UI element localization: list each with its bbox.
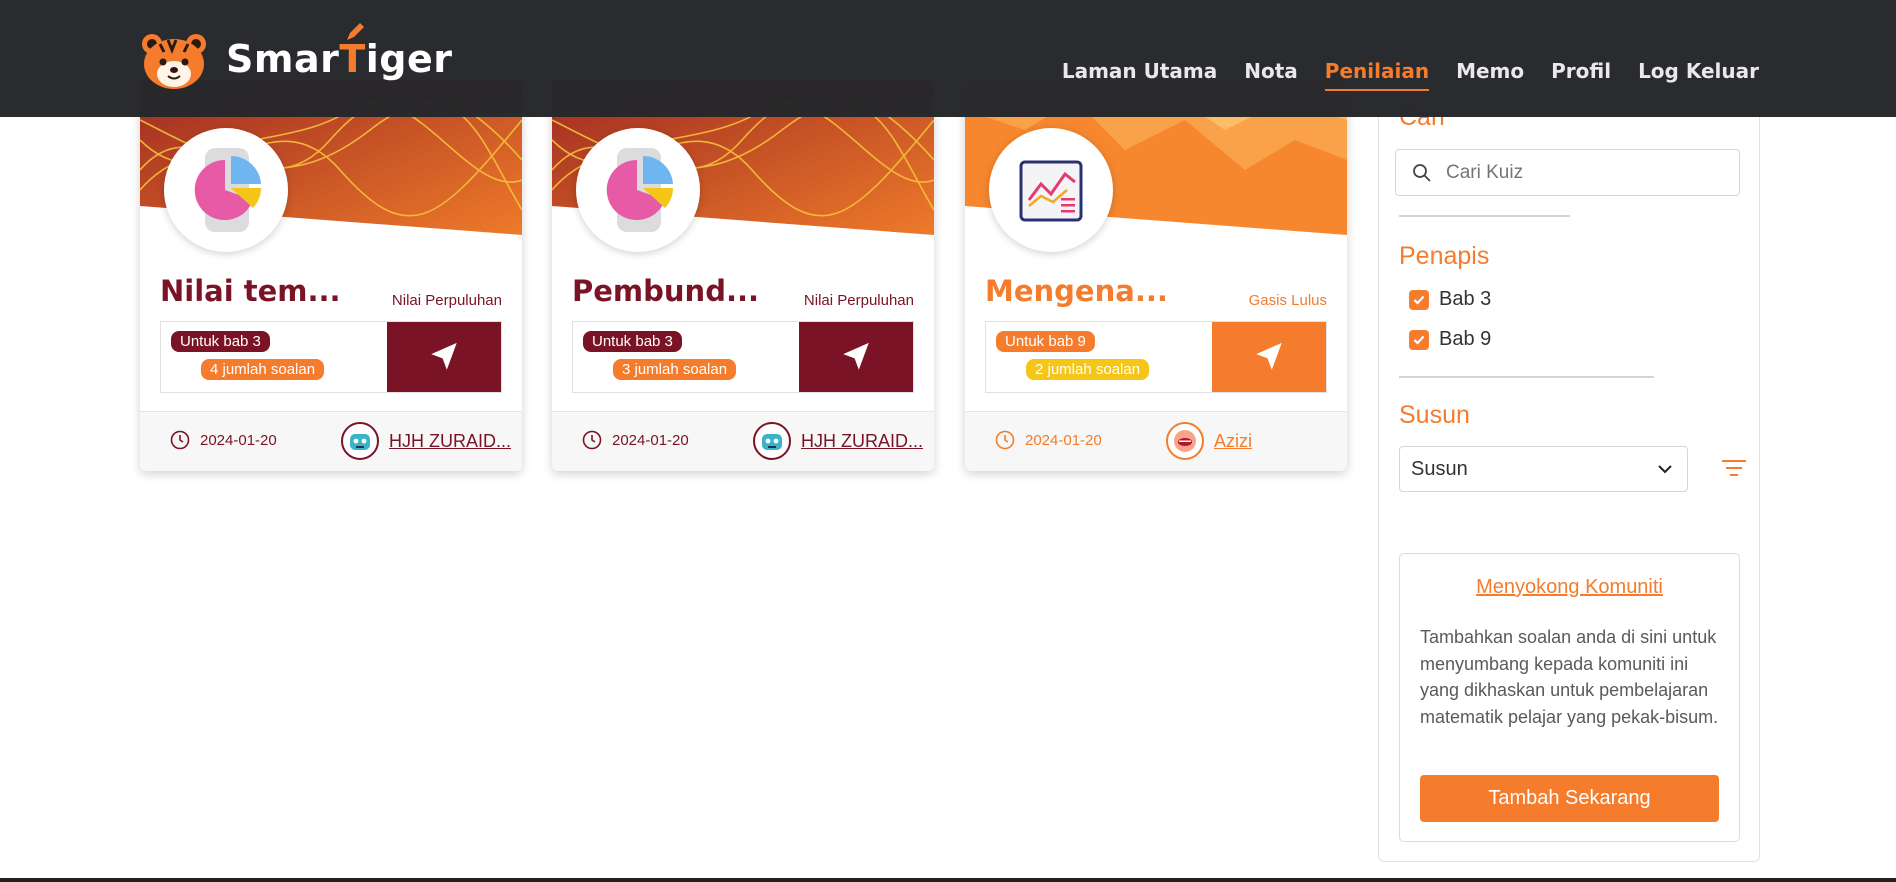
pie-chart-icon <box>194 148 261 232</box>
quiz-author[interactable]: HJH ZURAID... <box>341 422 511 460</box>
quiz-title: Nilai tem... <box>160 274 341 308</box>
quiz-card[interactable]: Mengena... Gasis Lulus Untuk bab 9 2 jum… <box>965 80 1347 471</box>
question-count-badge: 4 jumlah soalan <box>201 359 325 380</box>
quiz-icon-circle <box>989 128 1113 252</box>
quiz-date: 2024-01-20 <box>582 430 689 450</box>
quiz-date: 2024-01-20 <box>170 430 277 450</box>
nav-nota[interactable]: Nota <box>1244 59 1298 83</box>
start-quiz-button[interactable] <box>799 322 913 392</box>
quiz-title: Mengena... <box>985 274 1168 308</box>
question-count-badge: 2 jumlah soalan <box>1026 359 1150 380</box>
send-icon <box>431 342 457 370</box>
sort-select[interactable]: Susun <box>1399 446 1688 492</box>
mouth-avatar-icon <box>1174 430 1196 452</box>
quiz-icon-circle <box>576 128 700 252</box>
chapter-badge: Untuk bab 9 <box>996 331 1095 352</box>
chevron-down-icon <box>1658 465 1672 474</box>
line-chart-icon <box>1019 160 1083 222</box>
sort-value: Susun <box>1411 457 1468 480</box>
community-link[interactable]: Menyokong Komuniti <box>1400 576 1739 599</box>
send-icon <box>843 342 869 370</box>
quiz-date: 2024-01-20 <box>995 430 1102 450</box>
author-avatar <box>753 422 791 460</box>
quiz-icon-circle <box>164 128 288 252</box>
quiz-type: Nilai Perpuluhan <box>803 292 914 309</box>
search-box[interactable] <box>1395 149 1740 196</box>
date-text: 2024-01-20 <box>1025 431 1102 449</box>
author-name-link[interactable]: HJH ZURAID... <box>389 431 511 452</box>
chapter-badge: Untuk bab 3 <box>583 331 682 352</box>
sort-heading: Susun <box>1399 401 1470 429</box>
checkbox-checked-icon[interactable] <box>1409 329 1429 350</box>
quiz-card[interactable]: Nilai tem... Nilai Perpuluhan Untuk bab … <box>140 80 522 471</box>
author-name-link[interactable]: HJH ZURAID... <box>801 431 923 452</box>
main-nav: Laman Utama Nota Penilaian Memo Profil L… <box>1035 59 1759 91</box>
start-quiz-button[interactable] <box>1212 322 1326 392</box>
quiz-footer: 2024-01-20 HJH ZURAID... <box>552 411 934 471</box>
nav-laman-utama[interactable]: Laman Utama <box>1062 59 1217 83</box>
question-count-badge: 3 jumlah soalan <box>613 359 737 380</box>
filter-checkbox-bab-9[interactable]: Bab 9 <box>1409 328 1491 351</box>
chapter-badge: Untuk bab 3 <box>171 331 270 352</box>
start-quiz-button[interactable] <box>387 322 501 392</box>
community-panel: Menyokong Komuniti Tambahkan soalan anda… <box>1399 553 1740 842</box>
send-icon <box>1256 342 1282 370</box>
add-now-button[interactable]: Tambah Sekarang <box>1420 775 1719 822</box>
filter-label: Bab 9 <box>1439 328 1492 350</box>
tiger-logo-icon <box>142 34 206 89</box>
community-description: Tambahkan soalan anda di sini untuk meny… <box>1420 627 1719 727</box>
quiz-info-box: Untuk bab 9 2 jumlah soalan <box>985 321 1327 393</box>
quiz-author[interactable]: Azizi <box>1166 422 1252 460</box>
author-avatar <box>341 422 379 460</box>
pencil-icon <box>347 23 364 40</box>
quiz-title: Pembund... <box>572 274 759 308</box>
quiz-type: Gasis Lulus <box>1248 292 1327 309</box>
divider <box>1399 215 1570 217</box>
pie-chart-icon <box>606 148 673 232</box>
filter-label: Bab 3 <box>1439 288 1492 310</box>
filter-heading: Penapis <box>1399 242 1490 270</box>
author-avatar <box>1166 422 1204 460</box>
date-text: 2024-01-20 <box>200 431 277 449</box>
robot-avatar-icon <box>762 434 782 450</box>
nav-log-keluar[interactable]: Log Keluar <box>1638 59 1759 83</box>
quiz-type: Nilai Perpuluhan <box>391 292 502 309</box>
quiz-footer: 2024-01-20 HJH ZURAID... <box>140 411 522 471</box>
checkbox-checked-icon[interactable] <box>1409 289 1429 310</box>
brand-name: SmarTiger <box>226 23 453 81</box>
nav-memo[interactable]: Memo <box>1456 59 1524 83</box>
nav-profil[interactable]: Profil <box>1551 59 1611 83</box>
author-name-link[interactable]: Azizi <box>1214 431 1252 452</box>
nav-penilaian[interactable]: Penilaian <box>1324 59 1430 91</box>
robot-avatar-icon <box>350 434 370 450</box>
search-icon <box>1413 163 1431 182</box>
search-input[interactable] <box>1446 161 1726 184</box>
clock-icon <box>170 430 190 450</box>
filter-icon[interactable] <box>1722 459 1746 477</box>
clock-icon <box>995 430 1015 450</box>
bottom-edge <box>0 878 1896 882</box>
filter-checkbox-bab-3[interactable]: Bab 3 <box>1409 288 1491 311</box>
quiz-card[interactable]: Pembund... Nilai Perpuluhan Untuk bab 3 … <box>552 80 934 471</box>
clock-icon <box>582 430 602 450</box>
date-text: 2024-01-20 <box>612 431 689 449</box>
divider <box>1399 376 1654 378</box>
sidebar-panel: Cari Penapis Bab 3 Bab 9 Susun Susun Men… <box>1378 80 1760 862</box>
quiz-info-box: Untuk bab 3 3 jumlah soalan <box>572 321 914 393</box>
brand-logo[interactable]: SmarTiger <box>140 23 453 94</box>
top-navbar: SmarTiger Laman Utama Nota Penilaian Mem… <box>0 2 1896 117</box>
quiz-info-box: Untuk bab 3 4 jumlah soalan <box>160 321 502 393</box>
quiz-author[interactable]: HJH ZURAID... <box>753 422 923 460</box>
quiz-footer: 2024-01-20 Azizi <box>965 411 1347 471</box>
